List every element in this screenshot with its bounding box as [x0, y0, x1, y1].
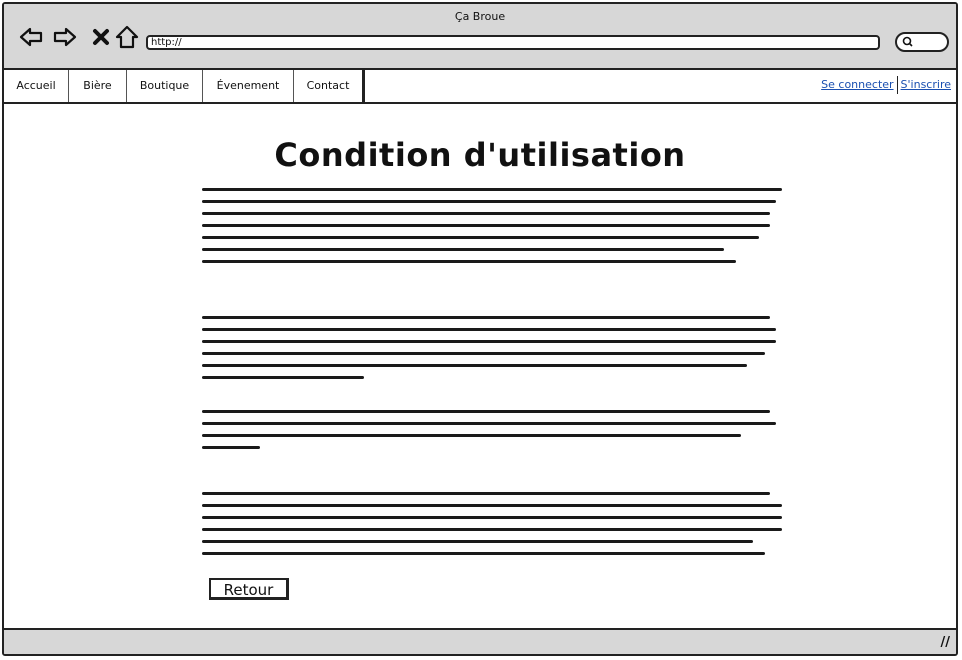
close-icon[interactable] — [88, 24, 114, 50]
nav-item-accueil[interactable]: Accueil — [4, 70, 69, 102]
placeholder-text-line — [202, 364, 748, 367]
title-bar: Ça Broue http:// — [4, 4, 956, 70]
placeholder-text-line — [202, 352, 765, 355]
placeholder-text-line — [202, 212, 771, 215]
nav-item-evenement[interactable]: Évenement — [203, 70, 294, 102]
text-paragraph-1 — [202, 188, 782, 272]
retour-button[interactable]: Retour — [209, 578, 289, 600]
text-paragraph-3 — [202, 410, 782, 458]
placeholder-text-line — [202, 540, 753, 543]
placeholder-text-line — [202, 340, 777, 343]
auth-links: Se connecter S'inscrire — [818, 76, 954, 94]
status-bar: // — [4, 628, 956, 654]
window-title: Ça Broue — [454, 10, 506, 23]
placeholder-text-line — [202, 552, 765, 555]
placeholder-text-line — [202, 236, 759, 239]
nav-item-boutique[interactable]: Boutique — [127, 70, 203, 102]
placeholder-text-line — [202, 492, 771, 495]
placeholder-text-line — [202, 260, 736, 263]
url-input[interactable]: http:// — [146, 35, 880, 50]
placeholder-text-line — [202, 410, 771, 413]
page-content: Condition d'utilisation Retour — [4, 104, 956, 630]
placeholder-text-line — [202, 528, 782, 531]
placeholder-text-line — [202, 504, 782, 507]
placeholder-text-line — [202, 446, 260, 449]
search-field[interactable] — [895, 32, 949, 52]
nav-item-biere[interactable]: Bière — [69, 70, 127, 102]
menu-bar: Accueil Bière Boutique Évenement Contact… — [4, 70, 956, 104]
main-nav: Accueil Bière Boutique Évenement Contact — [4, 70, 365, 102]
browser-window: Ça Broue http:// Accueil Bière Boutique … — [2, 2, 958, 656]
placeholder-text-line — [202, 200, 777, 203]
text-paragraph-4 — [202, 492, 782, 564]
back-arrow-icon[interactable] — [18, 24, 44, 50]
resize-grip-icon[interactable]: // — [941, 635, 951, 650]
placeholder-text-line — [202, 248, 724, 251]
placeholder-text-line — [202, 376, 365, 379]
placeholder-text-line — [202, 422, 777, 425]
placeholder-text-line — [202, 516, 782, 519]
search-icon — [902, 36, 913, 47]
signup-link[interactable]: S'inscrire — [898, 78, 954, 94]
placeholder-text-line — [202, 316, 771, 319]
placeholder-text-line — [202, 224, 771, 227]
placeholder-text-line — [202, 328, 777, 331]
login-link[interactable]: Se connecter — [818, 78, 896, 94]
page-title: Condition d'utilisation — [274, 136, 686, 174]
placeholder-text-line — [202, 188, 782, 191]
home-icon[interactable] — [114, 24, 140, 50]
nav-item-contact[interactable]: Contact — [294, 70, 362, 102]
text-paragraph-2 — [202, 316, 782, 388]
forward-arrow-icon[interactable] — [52, 24, 78, 50]
placeholder-text-line — [202, 434, 742, 437]
